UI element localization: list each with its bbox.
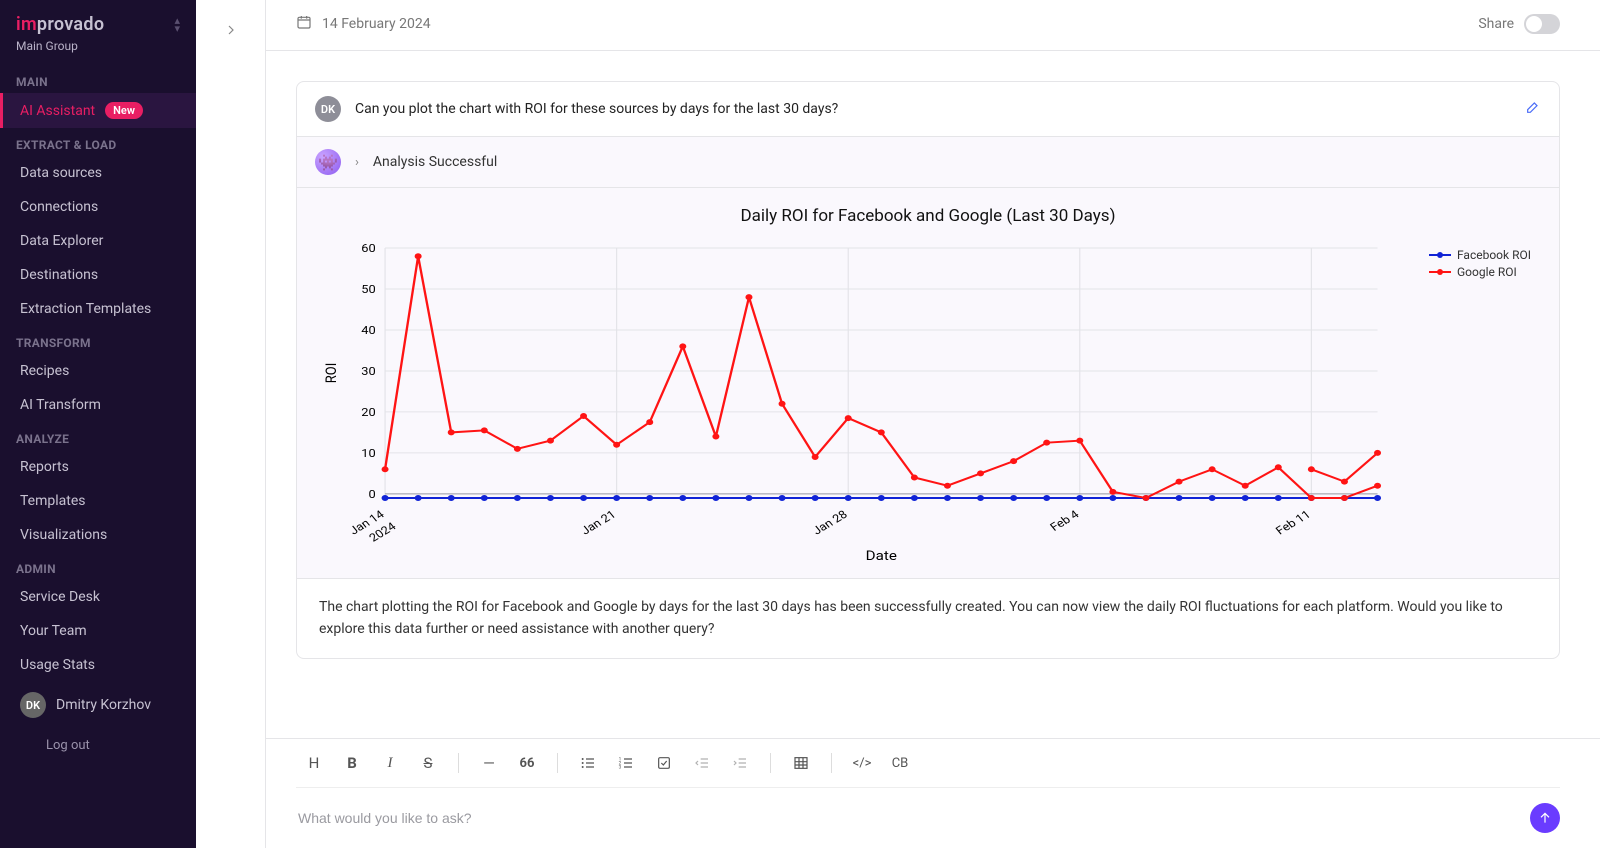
share-toggle[interactable] xyxy=(1524,14,1560,34)
user-prompt: DK Can you plot the chart with ROI for t… xyxy=(297,82,1559,137)
nav-data-sources[interactable]: Data sources xyxy=(0,156,196,190)
user-name: Dmitry Korzhov xyxy=(56,697,151,713)
new-badge: New xyxy=(105,102,143,119)
response-header[interactable]: 👾 › Analysis Successful xyxy=(297,137,1559,188)
nav-ai-transform[interactable]: AI Transform xyxy=(0,388,196,422)
chevron-right-icon: › xyxy=(355,155,359,170)
user-row[interactable]: DK Dmitry Korzhov xyxy=(0,682,196,728)
svg-text:Date: Date xyxy=(866,549,897,564)
strike-button[interactable]: S xyxy=(414,749,442,777)
heading-button[interactable]: H xyxy=(300,749,328,777)
brand-logo: improvado xyxy=(16,14,104,35)
nav-your-team[interactable]: Your Team xyxy=(0,614,196,648)
chart: 0102030405060Jan 142024Jan 21Jan 28Feb 4… xyxy=(315,238,1541,568)
section-extract: EXTRACT & LOAD xyxy=(0,128,196,156)
svg-text:20: 20 xyxy=(361,406,376,419)
indent-button[interactable] xyxy=(726,749,754,777)
code-button[interactable]: </> xyxy=(848,749,876,777)
nav-connections[interactable]: Connections xyxy=(0,190,196,224)
svg-text:Feb 11: Feb 11 xyxy=(1273,508,1313,537)
assistant-avatar: 👾 xyxy=(315,149,341,175)
svg-text:Feb 4: Feb 4 xyxy=(1047,508,1082,534)
nav-reports[interactable]: Reports xyxy=(0,450,196,484)
nav-ai-assistant[interactable]: AI Assistant New xyxy=(0,93,196,128)
composer-input[interactable] xyxy=(296,802,1518,834)
svg-text:Jan 21: Jan 21 xyxy=(578,508,618,538)
session-date: 14 February 2024 xyxy=(322,16,431,32)
legend-swatch-google xyxy=(1429,271,1451,273)
section-main: MAIN xyxy=(0,65,196,93)
section-analyze: ANALYZE xyxy=(0,422,196,450)
ordered-list-button[interactable]: 123 xyxy=(612,749,640,777)
group-switcher-icon[interactable]: ▴▾ xyxy=(174,17,180,33)
logout-button[interactable]: Log out xyxy=(0,728,196,767)
response-summary: The chart plotting the ROI for Facebook … xyxy=(297,578,1559,658)
calendar-icon xyxy=(296,14,312,34)
svg-text:50: 50 xyxy=(361,283,376,296)
svg-text:40: 40 xyxy=(361,324,376,337)
legend-label-google: Google ROI xyxy=(1457,265,1517,279)
quote-button[interactable]: 66 xyxy=(513,749,541,777)
user-avatar: DK xyxy=(20,692,46,718)
send-button[interactable] xyxy=(1530,803,1560,833)
bullet-list-button[interactable] xyxy=(574,749,602,777)
checkbox-button[interactable] xyxy=(650,749,678,777)
section-admin: ADMIN xyxy=(0,552,196,580)
nav-extraction-templates[interactable]: Extraction Templates xyxy=(0,292,196,326)
chat-card: DK Can you plot the chart with ROI for t… xyxy=(296,81,1560,659)
nav-recipes[interactable]: Recipes xyxy=(0,354,196,388)
nav-visualizations[interactable]: Visualizations xyxy=(0,518,196,552)
svg-text:60: 60 xyxy=(361,242,376,255)
svg-text:0: 0 xyxy=(368,488,376,501)
sidebar: improvado ▴▾ Main Group MAIN AI Assistan… xyxy=(0,0,196,848)
section-transform: TRANSFORM xyxy=(0,326,196,354)
table-button[interactable] xyxy=(787,749,815,777)
share-label: Share xyxy=(1478,16,1514,32)
legend-swatch-facebook xyxy=(1429,254,1451,256)
edit-prompt-icon[interactable] xyxy=(1525,99,1541,119)
format-toolbar: H B I S — 66 123 </> xyxy=(296,739,1560,788)
italic-button[interactable]: I xyxy=(376,749,404,777)
chart-title: Daily ROI for Facebook and Google (Last … xyxy=(315,206,1541,226)
group-label: Main Group xyxy=(0,39,196,65)
prompt-avatar: DK xyxy=(315,96,341,122)
nav-destinations[interactable]: Destinations xyxy=(0,258,196,292)
prompt-text: Can you plot the chart with ROI for thes… xyxy=(355,101,1511,117)
svg-text:3: 3 xyxy=(619,764,622,770)
forward-icon[interactable] xyxy=(223,22,239,848)
nav-data-explorer[interactable]: Data Explorer xyxy=(0,224,196,258)
svg-text:10: 10 xyxy=(361,447,376,460)
composer: H B I S — 66 123 </> xyxy=(266,738,1600,848)
svg-text:30: 30 xyxy=(361,365,376,378)
hr-button[interactable]: — xyxy=(475,749,503,777)
nav-templates[interactable]: Templates xyxy=(0,484,196,518)
outdent-button[interactable] xyxy=(688,749,716,777)
nav-usage-stats[interactable]: Usage Stats xyxy=(0,648,196,682)
conversation: DK Can you plot the chart with ROI for t… xyxy=(266,51,1600,738)
chart-legend: Facebook ROI Google ROI xyxy=(1429,248,1531,282)
topbar: 14 February 2024 Share xyxy=(266,0,1600,51)
bold-button[interactable]: B xyxy=(338,749,366,777)
analysis-status: Analysis Successful xyxy=(373,154,497,170)
svg-text:Jan 28: Jan 28 xyxy=(810,508,851,538)
svg-text:ROI: ROI xyxy=(323,363,340,383)
legend-label-facebook: Facebook ROI xyxy=(1457,248,1531,262)
nav-service-desk[interactable]: Service Desk xyxy=(0,580,196,614)
chart-area: Daily ROI for Facebook and Google (Last … xyxy=(297,188,1559,578)
codeblock-button[interactable]: CB xyxy=(886,749,914,777)
collapse-strip xyxy=(196,0,266,848)
